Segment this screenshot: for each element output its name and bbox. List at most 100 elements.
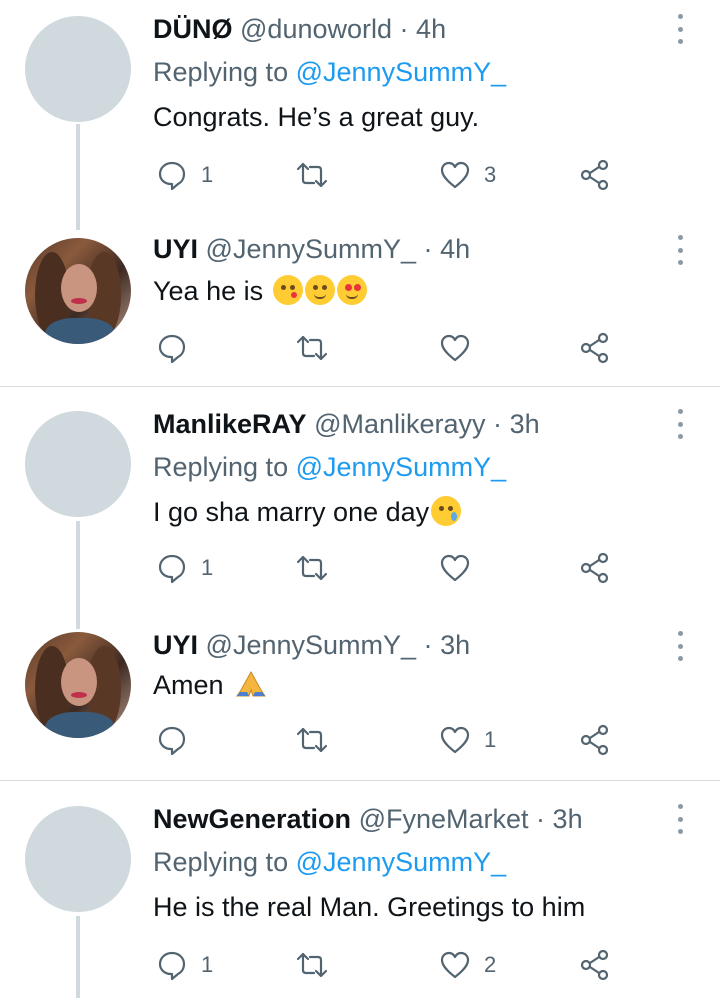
like-count: 2	[484, 952, 497, 977]
replying-to-label: Replying to	[153, 452, 289, 482]
reply-count: 1	[201, 555, 214, 580]
tweet-text: He is the real Man. Greetings to him	[153, 892, 586, 922]
timestamp[interactable]: 4h	[416, 14, 446, 44]
timestamp[interactable]: 3h	[510, 409, 540, 439]
avatar[interactable]	[25, 806, 131, 912]
tweet-header: ManlikeRAY @Manlikerayy · 3h	[153, 407, 540, 441]
like-button[interactable]: 2	[438, 947, 496, 983]
display-name[interactable]: DÜNØ	[153, 14, 233, 44]
reply-button[interactable]	[155, 330, 189, 366]
retweet-button[interactable]	[295, 947, 329, 983]
retweet-icon	[296, 555, 328, 581]
reply-count: 1	[201, 162, 214, 187]
heart-icon	[440, 554, 470, 582]
reply-icon	[158, 161, 186, 191]
more-options-icon[interactable]	[672, 631, 688, 661]
reply-icon	[158, 951, 186, 981]
heart-icon	[440, 161, 470, 189]
reply-button[interactable]: 1	[155, 947, 213, 983]
like-count: 3	[484, 162, 497, 187]
tweet-text-content: Amen	[153, 670, 224, 700]
divider	[0, 780, 720, 781]
mention-link[interactable]: @JennySummY_	[296, 847, 507, 877]
like-button[interactable]: 1	[438, 722, 496, 758]
replying-to-label: Replying to	[153, 57, 289, 87]
tweet[interactable]: NewGeneration @FyneMarket · 3h Replying …	[0, 790, 720, 998]
avatar[interactable]	[25, 16, 131, 122]
user-handle[interactable]: @FyneMarket	[359, 804, 529, 834]
heart-icon	[440, 951, 470, 979]
like-button[interactable]	[438, 550, 472, 586]
share-button[interactable]	[578, 550, 612, 586]
tweet[interactable]: UYI @JennySummY_ · 4h Yea he is	[0, 224, 720, 386]
like-button[interactable]: 3	[438, 157, 496, 193]
share-icon	[580, 724, 609, 756]
reply-button[interactable]: 1	[155, 157, 213, 193]
avatar[interactable]	[25, 238, 131, 344]
replying-to: Replying to @JennySummY_	[153, 55, 506, 89]
tweet-actions: 1	[155, 722, 625, 758]
tweet-actions: 1	[155, 550, 625, 586]
retweet-icon	[296, 162, 328, 188]
thread-line	[76, 521, 80, 629]
timestamp[interactable]: 3h	[440, 630, 470, 660]
thread-line	[76, 916, 80, 998]
like-button[interactable]	[438, 330, 472, 366]
share-button[interactable]	[578, 722, 612, 758]
reply-button[interactable]: 1	[155, 550, 213, 586]
reply-button[interactable]	[155, 722, 189, 758]
tweet[interactable]: DÜNØ @dunoworld · 4h Replying to @JennyS…	[0, 0, 720, 230]
display-name[interactable]: ManlikeRAY	[153, 409, 307, 439]
display-name[interactable]: NewGeneration	[153, 804, 351, 834]
retweet-icon	[296, 952, 328, 978]
tweet-text-content: I go sha marry one day	[153, 497, 430, 527]
reply-icon	[158, 334, 186, 364]
retweet-button[interactable]	[295, 722, 329, 758]
separator-dot: ·	[423, 630, 433, 660]
heart-icon	[440, 334, 470, 362]
user-handle[interactable]: @JennySummY_	[206, 630, 417, 660]
tweet-header: UYI @JennySummY_ · 4h	[153, 232, 470, 266]
retweet-button[interactable]	[295, 157, 329, 193]
more-options-icon[interactable]	[672, 14, 688, 44]
tweet[interactable]: UYI @JennySummY_ · 3h Amen 1	[0, 620, 720, 780]
display-name[interactable]: UYI	[153, 630, 198, 660]
reply-icon	[158, 726, 186, 756]
tweet-header: UYI @JennySummY_ · 3h	[153, 628, 470, 662]
more-options-icon[interactable]	[672, 235, 688, 265]
separator-dot: ·	[399, 14, 409, 44]
mention-link[interactable]: @JennySummY_	[296, 57, 507, 87]
retweet-icon	[296, 727, 328, 753]
timestamp[interactable]: 3h	[553, 804, 583, 834]
timestamp[interactable]: 4h	[440, 234, 470, 264]
reply-count: 1	[201, 952, 214, 977]
separator-dot: ·	[536, 804, 546, 834]
user-handle[interactable]: @JennySummY_	[206, 234, 417, 264]
user-handle[interactable]: @Manlikerayy	[314, 409, 485, 439]
divider	[0, 386, 720, 387]
share-icon	[580, 949, 609, 981]
reply-icon	[158, 554, 186, 584]
share-icon	[580, 332, 609, 364]
tweet[interactable]: ManlikeRAY @Manlikerayy · 3h Replying to…	[0, 395, 720, 629]
replying-to: Replying to @JennySummY_	[153, 845, 506, 879]
mention-link[interactable]: @JennySummY_	[296, 452, 507, 482]
display-name[interactable]: UYI	[153, 234, 198, 264]
share-button[interactable]	[578, 330, 612, 366]
thread-line	[76, 124, 80, 230]
folded-hands-emoji	[236, 670, 266, 697]
share-button[interactable]	[578, 947, 612, 983]
tweet-text: Congrats. He’s a great guy.	[153, 102, 480, 132]
separator-dot: ·	[423, 234, 433, 264]
user-handle[interactable]: @dunoworld	[240, 14, 392, 44]
retweet-button[interactable]	[295, 550, 329, 586]
more-options-icon[interactable]	[672, 409, 688, 439]
share-button[interactable]	[578, 157, 612, 193]
avatar[interactable]	[25, 411, 131, 517]
tweet-header: NewGeneration @FyneMarket · 3h	[153, 802, 583, 836]
avatar[interactable]	[25, 632, 131, 738]
share-icon	[580, 159, 609, 191]
tweet-actions: 1 2	[155, 947, 625, 983]
retweet-button[interactable]	[295, 330, 329, 366]
more-options-icon[interactable]	[672, 804, 688, 834]
